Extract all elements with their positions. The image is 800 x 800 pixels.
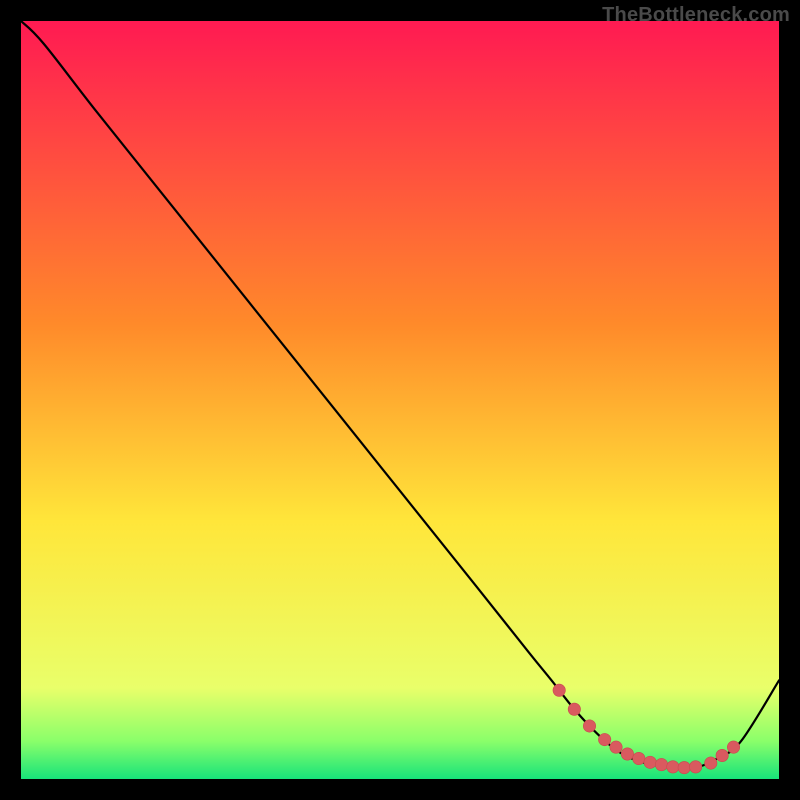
curve-marker: [553, 684, 565, 696]
chart-svg: [21, 21, 779, 779]
curve-marker: [644, 756, 656, 768]
curve-marker: [678, 761, 690, 773]
curve-marker: [583, 720, 595, 732]
curve-marker: [705, 757, 717, 769]
curve-marker: [568, 703, 580, 715]
watermark-text: TheBottleneck.com: [602, 4, 790, 27]
chart-stage: TheBottleneck.com: [0, 0, 800, 800]
curve-marker: [655, 758, 667, 770]
gradient-background: [21, 21, 779, 779]
curve-marker: [598, 733, 610, 745]
curve-marker: [689, 761, 701, 773]
curve-marker: [727, 741, 739, 753]
curve-marker: [667, 761, 679, 773]
plot-area: [21, 21, 779, 779]
curve-marker: [633, 752, 645, 764]
curve-marker: [610, 741, 622, 753]
curve-marker: [621, 748, 633, 760]
curve-marker: [716, 749, 728, 761]
